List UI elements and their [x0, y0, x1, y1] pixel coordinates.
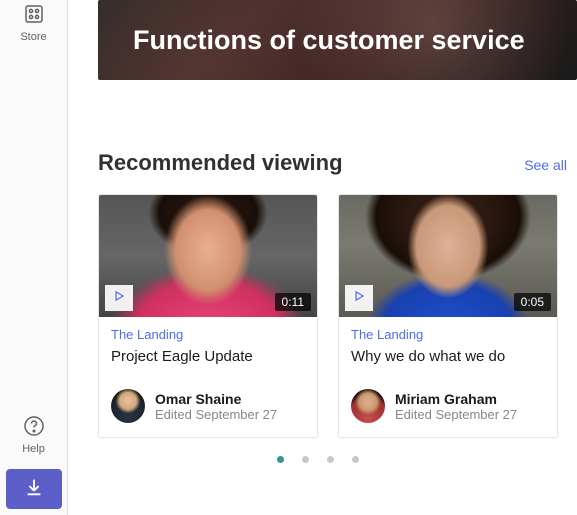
video-title: Project Eagle Update	[111, 348, 305, 365]
sidebar-bottom: Help	[0, 412, 67, 515]
hero-title: Functions of customer service	[133, 25, 525, 56]
carousel-dots	[98, 456, 577, 463]
carousel-dot[interactable]	[327, 456, 334, 463]
play-icon	[112, 289, 126, 308]
video-card[interactable]: 0:11 The Landing Project Eagle Update Om…	[98, 194, 318, 438]
video-thumbnail: 0:05	[339, 195, 557, 317]
section-title: Recommended viewing	[98, 150, 343, 176]
channel-link[interactable]: The Landing	[111, 327, 305, 342]
play-button[interactable]	[345, 285, 373, 311]
play-icon	[352, 289, 366, 308]
video-card[interactable]: 0:05 The Landing Why we do what we do Mi…	[338, 194, 558, 438]
help-icon	[22, 414, 46, 443]
edited-date: Edited September 27	[395, 407, 517, 422]
play-button[interactable]	[105, 285, 133, 311]
duration-badge: 0:05	[514, 293, 551, 311]
edited-date: Edited September 27	[155, 407, 277, 422]
see-all-link[interactable]: See all	[524, 157, 567, 173]
sidebar: Store Help	[0, 0, 68, 515]
sidebar-help[interactable]: Help	[0, 412, 67, 463]
author-name: Omar Shaine	[155, 391, 277, 407]
duration-badge: 0:11	[275, 293, 311, 311]
author-row: Miriam Graham Edited September 27	[351, 389, 545, 423]
sidebar-help-label: Help	[22, 443, 45, 455]
author-meta: Omar Shaine Edited September 27	[155, 391, 277, 422]
download-button[interactable]	[6, 469, 62, 509]
main-content: Functions of customer service Recommende…	[68, 0, 577, 515]
carousel-dot[interactable]	[277, 456, 284, 463]
sidebar-store-label: Store	[20, 31, 46, 43]
author-name: Miriam Graham	[395, 391, 517, 407]
video-thumbnail: 0:11	[99, 195, 317, 317]
author-meta: Miriam Graham Edited September 27	[395, 391, 517, 422]
avatar[interactable]	[351, 389, 385, 423]
carousel-dot[interactable]	[352, 456, 359, 463]
card-body: The Landing Why we do what we do Miriam …	[339, 317, 557, 437]
download-icon	[23, 476, 45, 503]
section-header: Recommended viewing See all	[98, 150, 577, 176]
carousel-dot[interactable]	[302, 456, 309, 463]
video-title: Why we do what we do	[351, 348, 545, 365]
avatar[interactable]	[111, 389, 145, 423]
channel-link[interactable]: The Landing	[351, 327, 545, 342]
author-row: Omar Shaine Edited September 27	[111, 389, 305, 423]
video-cards: 0:11 The Landing Project Eagle Update Om…	[98, 194, 577, 438]
sidebar-store[interactable]: Store	[0, 0, 67, 51]
card-body: The Landing Project Eagle Update Omar Sh…	[99, 317, 317, 437]
hero-banner[interactable]: Functions of customer service	[98, 0, 577, 80]
store-icon	[22, 2, 46, 31]
